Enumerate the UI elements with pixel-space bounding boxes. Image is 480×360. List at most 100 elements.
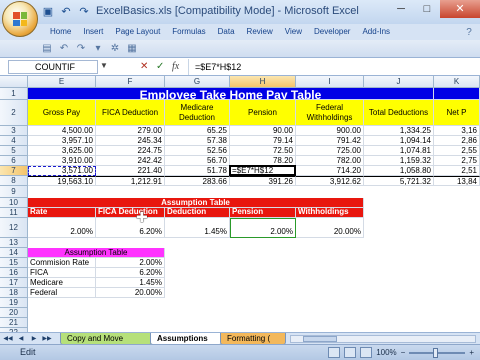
prev-sheet-icon[interactable]: ◀ bbox=[15, 334, 27, 344]
maximize-button[interactable]: □ bbox=[414, 0, 440, 18]
scroll-thumb[interactable] bbox=[303, 336, 337, 342]
first-sheet-icon[interactable]: ◀◀ bbox=[2, 334, 14, 344]
page-layout-view-icon[interactable] bbox=[344, 347, 357, 358]
row-header[interactable]: 5 bbox=[0, 146, 28, 156]
assumption-value[interactable]: 6.20% bbox=[96, 218, 165, 238]
select-all-corner[interactable] bbox=[0, 76, 28, 88]
table-cell[interactable]: 791.42 bbox=[296, 136, 364, 146]
table-cell[interactable]: 782.00 bbox=[296, 156, 364, 166]
normal-view-icon[interactable] bbox=[328, 347, 341, 358]
zoom-out-icon[interactable]: − bbox=[401, 348, 406, 357]
row-header[interactable]: 6 bbox=[0, 156, 28, 166]
table-cell[interactable]: 78.20 bbox=[230, 156, 296, 166]
small-table-value[interactable]: 1.45% bbox=[96, 278, 165, 288]
zoom-slider[interactable] bbox=[409, 347, 466, 358]
table-cell[interactable]: 90.00 bbox=[230, 126, 296, 136]
row-header[interactable]: 11 bbox=[0, 208, 28, 218]
tab-data[interactable]: Data bbox=[212, 24, 241, 40]
table-cell[interactable]: 57.38 bbox=[165, 136, 230, 146]
row-header[interactable]: 13 bbox=[0, 238, 28, 248]
assumption-header[interactable]: Pension bbox=[230, 208, 296, 218]
column-header[interactable]: K bbox=[434, 76, 480, 88]
tab-formulas[interactable]: Formulas bbox=[166, 24, 211, 40]
table-cell[interactable]: 3,16 bbox=[434, 126, 480, 136]
table-cell[interactable]: 1,058.80 bbox=[364, 166, 434, 176]
formula-input[interactable]: =$E7*H$12 bbox=[188, 59, 470, 75]
cell[interactable] bbox=[434, 88, 480, 100]
column-header[interactable]: H bbox=[230, 76, 296, 88]
last-sheet-icon[interactable]: ▶▶ bbox=[41, 334, 53, 344]
tab-page-layout[interactable]: Page Layout bbox=[109, 24, 166, 40]
table-cell[interactable]: 3,571.00 bbox=[28, 166, 96, 176]
row-header[interactable]: 1 bbox=[0, 88, 28, 100]
zoom-in-icon[interactable]: + bbox=[469, 348, 474, 357]
small-table-value[interactable]: 6.20% bbox=[96, 268, 165, 278]
table-cell[interactable]: 725.00 bbox=[296, 146, 364, 156]
small-table-label[interactable]: Commision Rate bbox=[28, 258, 96, 268]
office-button[interactable] bbox=[2, 1, 38, 37]
row-header[interactable]: 4 bbox=[0, 136, 28, 146]
table-cell[interactable]: 13,84 bbox=[434, 176, 480, 186]
assumption-value[interactable]: 2.00% bbox=[28, 218, 96, 238]
row-header[interactable]: 16 bbox=[0, 268, 28, 278]
table-cell[interactable]: 3,957.10 bbox=[28, 136, 96, 146]
tab-add-ins[interactable]: Add-Ins bbox=[356, 24, 396, 40]
table-cell[interactable]: 1,212.91 bbox=[96, 176, 165, 186]
table-header[interactable]: Gross Pay bbox=[28, 100, 96, 126]
table-cell[interactable]: 900.00 bbox=[296, 126, 364, 136]
table-cell[interactable]: 2,86 bbox=[434, 136, 480, 146]
table-cell[interactable]: 714.20 bbox=[296, 166, 364, 176]
table-cell[interactable]: 1,074.81 bbox=[364, 146, 434, 156]
toolbar-star-icon[interactable]: ✲ bbox=[108, 42, 122, 56]
row-header[interactable]: 18 bbox=[0, 288, 28, 298]
table-cell[interactable]: 56.70 bbox=[165, 156, 230, 166]
toolbar-arrow-icon[interactable]: ▾ bbox=[91, 42, 105, 56]
table-cell[interactable]: 279.00 bbox=[96, 126, 165, 136]
table-cell[interactable]: 283.66 bbox=[165, 176, 230, 186]
table-cell[interactable]: 2,55 bbox=[434, 146, 480, 156]
active-formula-cell[interactable]: =$E7*H$12 bbox=[230, 166, 296, 176]
column-header[interactable]: G bbox=[165, 76, 230, 88]
small-table-value[interactable]: 2.00% bbox=[96, 258, 165, 268]
tab-review[interactable]: Review bbox=[241, 24, 279, 40]
page-break-view-icon[interactable] bbox=[360, 347, 373, 358]
table-cell[interactable]: 3,625.00 bbox=[28, 146, 96, 156]
name-box-dropdown-icon[interactable]: ▼ bbox=[100, 61, 108, 70]
assumption-table-title[interactable]: Assumption Table bbox=[28, 198, 364, 208]
table-cell[interactable]: 391.26 bbox=[230, 176, 296, 186]
table-header[interactable]: Federal Withholdings bbox=[296, 100, 364, 126]
toolbar-undo-icon[interactable]: ↶ bbox=[57, 42, 71, 56]
table-cell[interactable]: 221.40 bbox=[96, 166, 165, 176]
table-cell[interactable]: 3,910.00 bbox=[28, 156, 96, 166]
table-cell[interactable]: 5,721.32 bbox=[364, 176, 434, 186]
row-header[interactable]: 2 bbox=[0, 100, 28, 126]
table-cell[interactable]: 52.56 bbox=[165, 146, 230, 156]
table-header[interactable]: FICA Deduction bbox=[96, 100, 165, 126]
table-header[interactable]: Medicare Deduction bbox=[165, 100, 230, 126]
row-header[interactable]: 9 bbox=[0, 186, 28, 198]
column-header[interactable]: E bbox=[28, 76, 96, 88]
assumption-header[interactable]: Commission Rate bbox=[28, 208, 96, 218]
insert-function-icon[interactable]: fx bbox=[172, 60, 179, 74]
table-cell[interactable]: 2,75 bbox=[434, 156, 480, 166]
table-cell[interactable]: 2,51 bbox=[434, 166, 480, 176]
row-header[interactable]: 21 bbox=[0, 318, 28, 328]
close-button[interactable]: ✕ bbox=[440, 0, 480, 18]
tab-home[interactable]: Home bbox=[44, 24, 77, 40]
column-header[interactable]: I bbox=[296, 76, 364, 88]
table-cell[interactable]: 72.50 bbox=[230, 146, 296, 156]
assumption-header[interactable]: Federal Withholdings bbox=[296, 208, 364, 218]
table-cell[interactable]: 79.14 bbox=[230, 136, 296, 146]
table-cell[interactable]: 3,912.62 bbox=[296, 176, 364, 186]
enter-icon[interactable]: ✓ bbox=[156, 60, 164, 74]
row-header[interactable]: 15 bbox=[0, 258, 28, 268]
table-cell[interactable]: 4,500.00 bbox=[28, 126, 96, 136]
row-header[interactable]: 14 bbox=[0, 248, 28, 258]
row-header[interactable]: 19 bbox=[0, 298, 28, 308]
table-cell[interactable]: 1,094.14 bbox=[364, 136, 434, 146]
table-cell[interactable]: 19,563.10 bbox=[28, 176, 96, 186]
small-table-title[interactable]: Assumption Table bbox=[28, 248, 165, 258]
help-icon[interactable]: ? bbox=[462, 26, 476, 40]
minimize-button[interactable]: ─ bbox=[388, 0, 414, 18]
table-cell[interactable]: 242.42 bbox=[96, 156, 165, 166]
